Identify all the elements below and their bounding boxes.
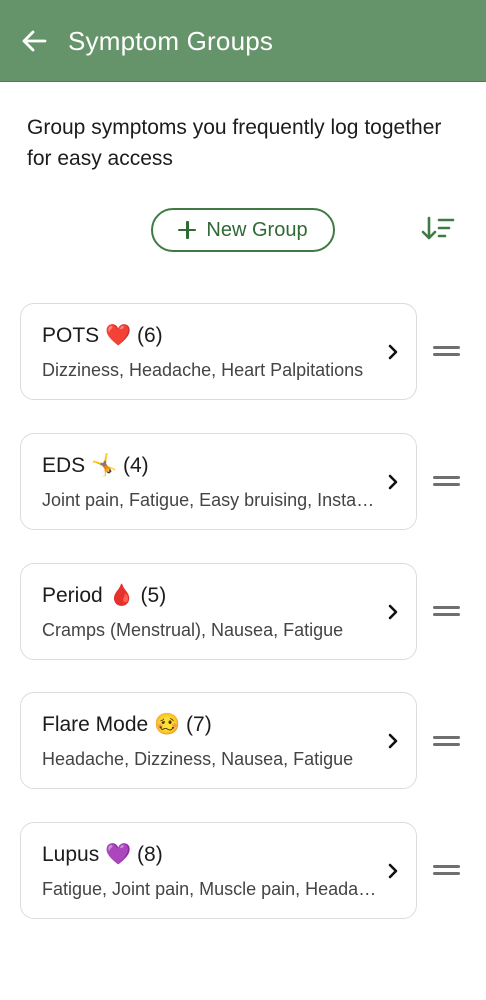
group-symptoms: Fatigue, Joint pain, Muscle pain, Headac… (42, 879, 377, 899)
group-title: Flare Mode 🥴 (7) (42, 713, 212, 736)
page-title: Symptom Groups (68, 26, 274, 56)
chevron-right-icon (388, 604, 398, 620)
drag-handle-icon[interactable] (432, 603, 462, 619)
chevron-right-icon (388, 474, 398, 490)
drag-handle-icon[interactable] (432, 343, 462, 359)
group-title: POTS ❤️ (6) (42, 324, 163, 347)
symptom-group-card[interactable]: POTS ❤️ (6) Dizziness, Headache, Heart P… (20, 303, 417, 400)
group-title: EDS 🤸 (4) (42, 454, 149, 477)
new-group-button[interactable]: New Group (151, 208, 335, 252)
group-symptoms: Dizziness, Headache, Heart Palpitations (42, 360, 364, 380)
drag-handle-icon[interactable] (432, 862, 462, 878)
chevron-right-icon (388, 344, 398, 360)
symptom-group-card[interactable]: Period 🩸 (5) Cramps (Menstrual), Nausea,… (20, 563, 417, 660)
drag-handle-icon[interactable] (432, 733, 462, 749)
arrow-left-icon (22, 30, 47, 52)
chevron-right-icon (388, 863, 398, 879)
group-title: Period 🩸 (5) (42, 584, 167, 607)
group-symptoms: Cramps (Menstrual), Nausea, Fatigue (42, 620, 344, 640)
symptom-group-card[interactable]: Lupus 💜 (8) Fatigue, Joint pain, Muscle … (20, 822, 417, 919)
symptom-group-card[interactable]: Flare Mode 🥴 (7) Headache, Dizziness, Na… (20, 692, 417, 789)
page-description: Group symptoms you frequently log togeth… (27, 116, 442, 170)
app-bar: Symptom Groups (0, 0, 486, 82)
sort-descending-icon (421, 216, 455, 240)
chevron-right-icon (388, 733, 398, 749)
symptom-group-card[interactable]: EDS 🤸 (4) Joint pain, Fatigue, Easy brui… (20, 433, 417, 530)
group-symptoms: Headache, Dizziness, Nausea, Fatigue (42, 749, 354, 769)
back-button[interactable] (18, 25, 50, 57)
sort-button[interactable] (420, 214, 456, 244)
group-title: Lupus 💜 (8) (42, 843, 163, 866)
plus-icon (178, 221, 197, 239)
drag-handle-icon[interactable] (432, 473, 462, 489)
group-symptoms: Joint pain, Fatigue, Easy bruising, Inst… (42, 490, 377, 510)
new-group-label: New Group (206, 218, 308, 241)
